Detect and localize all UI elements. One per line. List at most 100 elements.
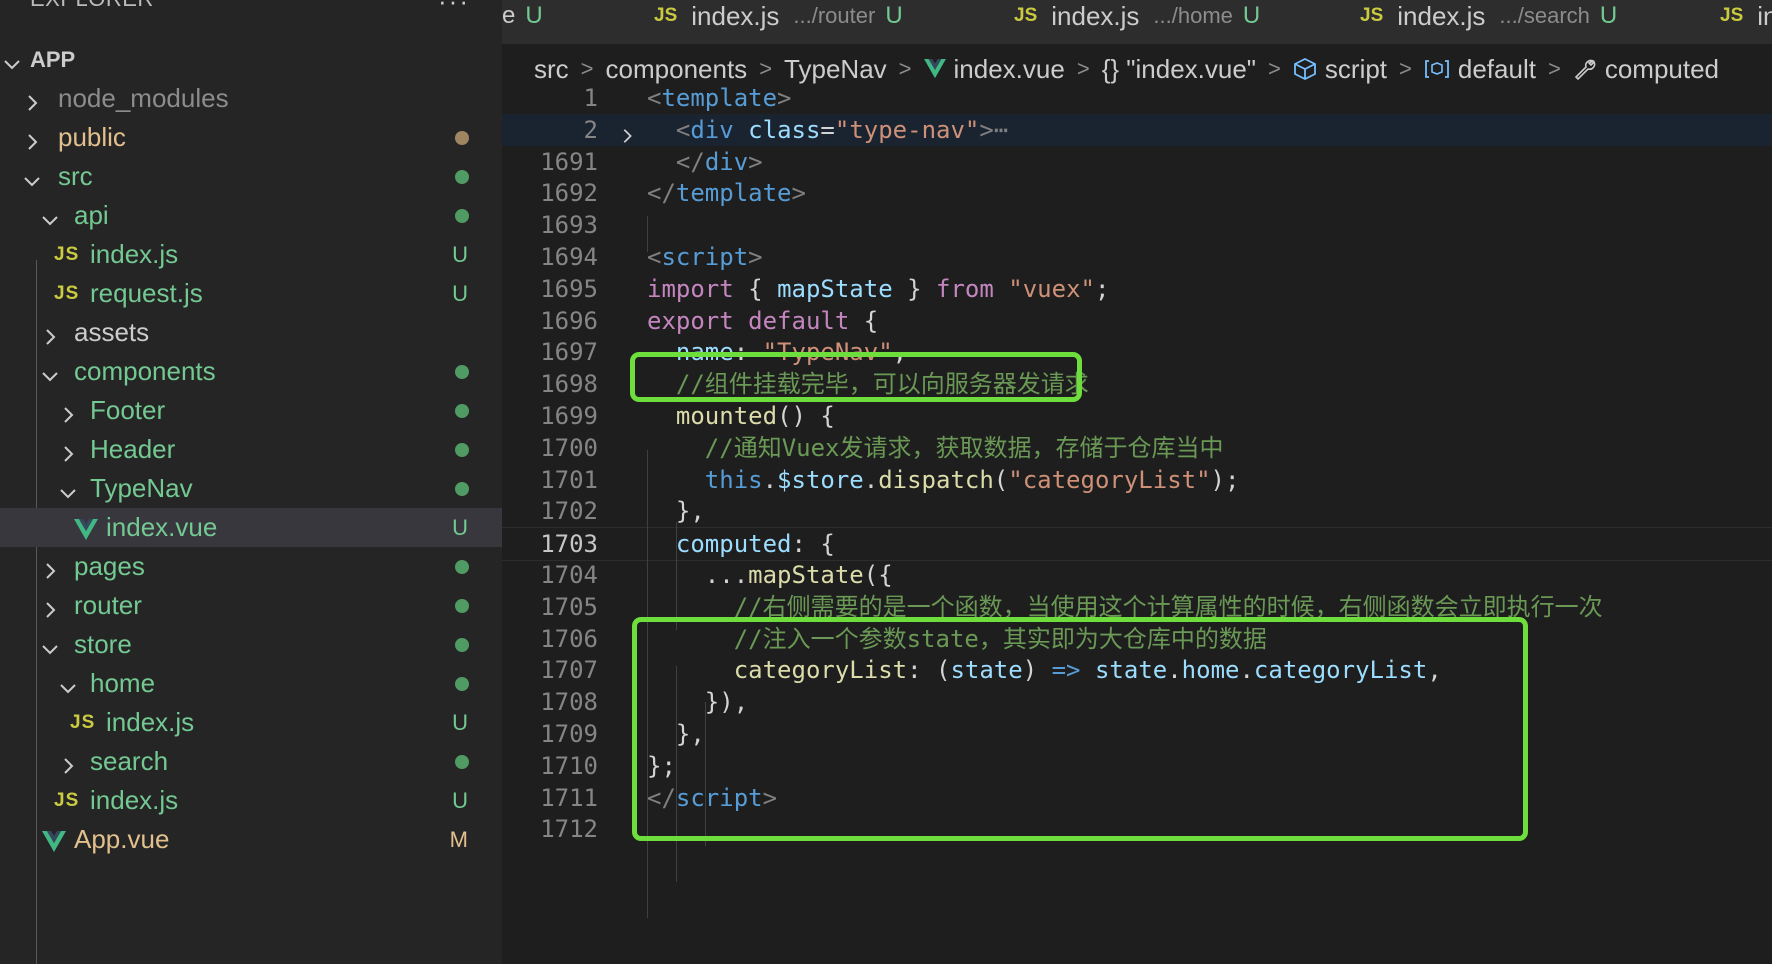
code-line[interactable]: 1692 </template> xyxy=(502,177,1772,209)
code-line[interactable]: 1702 }, xyxy=(502,495,1772,527)
folder-typenav[interactable]: TypeNav xyxy=(0,469,502,508)
code-text: export default { xyxy=(647,305,878,337)
code-token: this xyxy=(704,465,763,494)
folder-assets[interactable]: assets xyxy=(0,313,502,352)
chevron-down-icon xyxy=(40,362,60,382)
chevron-down-icon xyxy=(2,50,22,70)
breadcrumb-index-vue[interactable]: index.vue xyxy=(923,54,1065,85)
breadcrumb-typenav[interactable]: TypeNav xyxy=(784,54,887,85)
untracked-dot xyxy=(455,442,469,457)
highlight-box-computed xyxy=(632,617,1528,841)
code-editor[interactable]: 1 <template> 2 <div class="type-nav">⋯ 1691… xyxy=(502,84,1772,964)
code-line[interactable]: 1691 </div> xyxy=(502,146,1772,178)
file-request-js[interactable]: JS request.js U xyxy=(0,274,502,313)
breadcrumb-label: TypeNav xyxy=(784,53,887,84)
code-line[interactable]: 1694 <script> xyxy=(502,241,1772,273)
folder-api[interactable]: api xyxy=(0,196,502,235)
tree-item-label: request.js xyxy=(90,278,203,308)
code-line[interactable]: 1695 import { mapState } from "vuex"; xyxy=(502,273,1772,305)
untracked-dot xyxy=(455,637,469,652)
chevron-right-icon: > xyxy=(898,56,912,81)
tab-path: .../router xyxy=(793,3,876,28)
fold-chevron-right-icon[interactable] xyxy=(618,121,636,143)
line-number: 1 xyxy=(583,84,598,112)
breadcrumb-module[interactable]: {} "index.vue" xyxy=(1102,54,1256,85)
folder-search[interactable]: search xyxy=(0,742,502,781)
folder-router[interactable]: router xyxy=(0,586,502,625)
code-line[interactable]: 1701 this.$store.dispatch("categoryList"… xyxy=(502,464,1772,496)
tree-item-label: index.vue xyxy=(106,512,218,542)
folder-components[interactable]: components xyxy=(0,352,502,391)
code-line[interactable]: 1699 mounted() { xyxy=(502,400,1772,432)
tab-index-js[interactable]: JS index xyxy=(1680,0,1772,44)
chevron-right-icon: > xyxy=(1399,56,1412,81)
folder-public[interactable]: public xyxy=(0,118,502,157)
variable-icon xyxy=(1424,60,1449,78)
code-line[interactable]: 1693 xyxy=(502,209,1772,241)
code-line[interactable]: 1703 computed: { xyxy=(502,527,1772,562)
file-home-index-js[interactable]: JS index.js U xyxy=(0,703,502,742)
code-token: ); xyxy=(1210,465,1240,494)
line-number: 1709 xyxy=(540,720,598,748)
tab-path: .../home xyxy=(1153,3,1233,28)
code-line[interactable]: 1700 //通知Vuex发请求，获取数据，存储于仓库当中 xyxy=(502,432,1772,464)
code-line[interactable]: 1704 ...mapState({ xyxy=(502,559,1772,591)
tab-previous[interactable]: e U xyxy=(502,0,615,44)
breadcrumb-computed[interactable]: computed xyxy=(1573,54,1719,85)
code-token: < xyxy=(647,243,662,271)
tab-search-index-js[interactable]: JS index.js .../search U xyxy=(1320,0,1681,44)
breadcrumb-components[interactable]: components xyxy=(606,54,748,85)
code-token: = xyxy=(820,115,835,144)
line-number: 1696 xyxy=(540,306,598,335)
untracked-dot xyxy=(455,364,469,379)
tab-label: index.js xyxy=(691,0,780,31)
code-text: <script> xyxy=(647,241,763,273)
tree-item-label: router xyxy=(74,590,142,620)
code-line[interactable]: 1 <template> xyxy=(502,82,1772,114)
code-token: </ xyxy=(647,179,676,208)
tab-router-index-js[interactable]: JS index.js .../router U xyxy=(614,0,975,44)
code-token: { xyxy=(849,306,879,335)
folder-app[interactable]: APP xyxy=(0,40,502,79)
git-status: U xyxy=(452,514,468,540)
file-store-index-js[interactable]: JS index.js U xyxy=(0,781,502,820)
breadcrumb-script[interactable]: script xyxy=(1293,54,1387,85)
indent-guide xyxy=(647,216,648,252)
tree-item-label: node_modules xyxy=(58,83,229,113)
folder-store[interactable]: store xyxy=(0,625,502,664)
tree-item-label: pages xyxy=(74,551,145,581)
chevron-right-icon xyxy=(58,752,78,774)
folder-home[interactable]: home xyxy=(0,664,502,703)
breadcrumb-default[interactable]: default xyxy=(1424,54,1536,85)
breadcrumb-label: src xyxy=(534,53,569,84)
code-line[interactable]: 1696 export default { xyxy=(502,305,1772,337)
more-actions-icon[interactable]: ··· xyxy=(438,0,470,17)
file-typenav-index-vue[interactable]: index.vue U xyxy=(0,508,502,547)
vue-file-icon xyxy=(42,829,66,852)
file-app-vue[interactable]: App.vue M xyxy=(0,820,502,859)
line-number: 1704 xyxy=(540,561,598,589)
untracked-dot xyxy=(455,754,469,769)
folder-footer[interactable]: Footer xyxy=(0,391,502,430)
code-text: <div class="type-nav">⋯ xyxy=(647,114,1008,146)
folder-header[interactable]: Header xyxy=(0,430,502,469)
code-text: mounted() { xyxy=(647,400,835,432)
line-number: 1695 xyxy=(540,274,598,303)
code-token: } xyxy=(892,274,937,303)
file-api-index-js[interactable]: JS index.js U xyxy=(0,235,502,274)
tab-path: e xyxy=(502,2,516,29)
js-file-icon: JS xyxy=(54,243,80,265)
folder-src[interactable]: src xyxy=(0,157,502,196)
breadcrumb-src[interactable]: src xyxy=(534,54,569,85)
code-line[interactable]: 2 <div class="type-nav">⋯ xyxy=(502,113,1772,146)
chevron-right-icon xyxy=(22,89,42,111)
line-number: 2 xyxy=(583,115,598,144)
chevron-right-icon xyxy=(40,323,60,345)
folder-pages[interactable]: pages xyxy=(0,547,502,586)
line-number: 1707 xyxy=(540,656,598,685)
tab-home-index-js[interactable]: JS index.js .../home U xyxy=(974,0,1321,44)
folder-node-modules[interactable]: node_modules xyxy=(0,79,502,118)
